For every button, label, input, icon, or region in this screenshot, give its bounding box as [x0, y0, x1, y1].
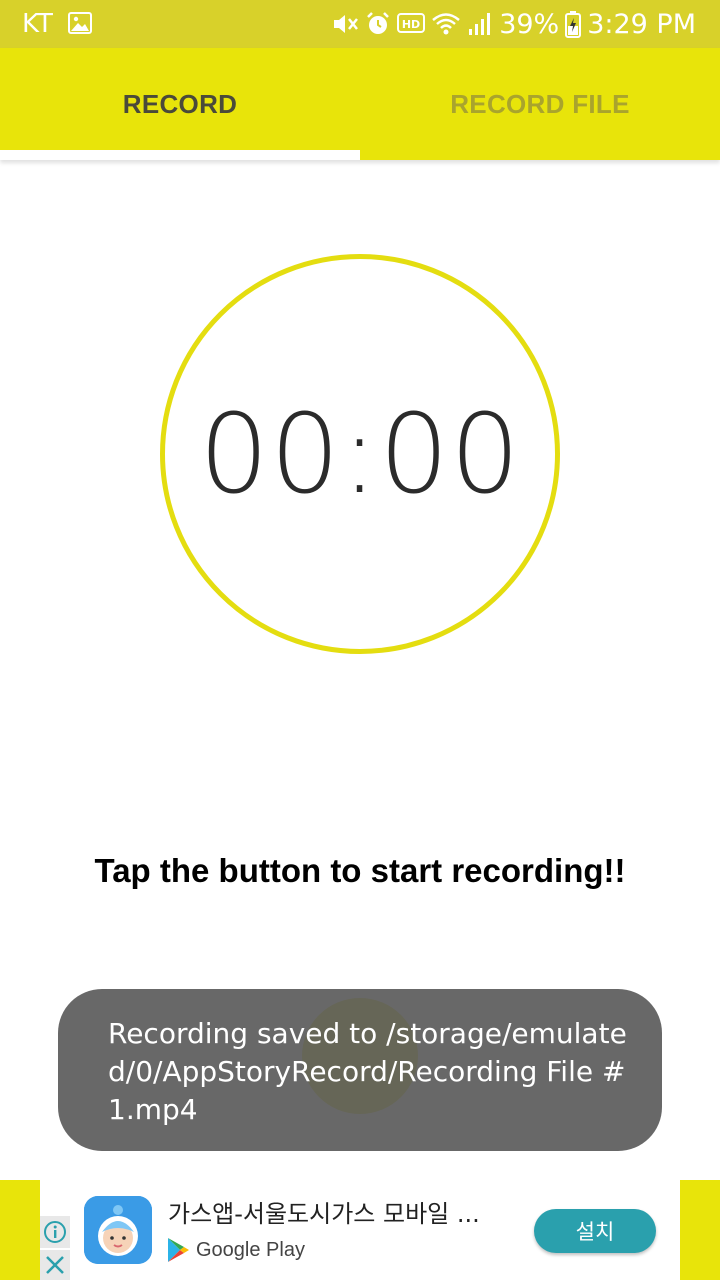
toast-message: Recording saved to /storage/emulated/0/A…: [108, 1017, 627, 1126]
ad-info-icon[interactable]: [40, 1216, 70, 1248]
hd-icon: HD: [397, 13, 426, 33]
ad-app-icon[interactable]: [84, 1196, 152, 1264]
mute-icon: [334, 15, 359, 33]
google-play-icon: [168, 1238, 189, 1262]
carrier-label: KT: [22, 9, 53, 39]
clock: 3:29 PM: [587, 8, 696, 40]
ad-title: 가스앱-서울도시가스 모바일 ...: [168, 1200, 480, 1228]
timer-display: 00:00: [198, 390, 521, 518]
status-icons: HD 39% 3:29 PM: [331, 6, 696, 42]
battery-percent: 39%: [499, 8, 560, 40]
instruction-text: Tap the button to start recording!!: [94, 852, 626, 889]
ad-install-button[interactable]: 설치: [534, 1209, 656, 1253]
tab-selected-indicator: [0, 150, 360, 160]
svg-text:HD: HD: [402, 18, 420, 31]
ad-close-icon[interactable]: [40, 1250, 70, 1280]
gallery-icon: [68, 12, 92, 34]
wifi-icon: [432, 13, 460, 35]
battery-charging-icon: [565, 11, 582, 38]
tab-record[interactable]: RECORD: [0, 48, 360, 160]
toast: Recording saved to /storage/emulated/0/A…: [58, 989, 662, 1151]
tab-bar: RECORD RECORD FILE: [0, 48, 720, 160]
alarm-icon: [367, 12, 390, 34]
signal-icon: [469, 13, 491, 35]
ad-store: Google Play: [166, 1234, 305, 1266]
status-bar: KT HD 39% 3:29 PM: [0, 0, 720, 48]
tab-record-file[interactable]: RECORD FILE: [360, 48, 720, 160]
ad-store-label: Google Play: [196, 1238, 305, 1261]
